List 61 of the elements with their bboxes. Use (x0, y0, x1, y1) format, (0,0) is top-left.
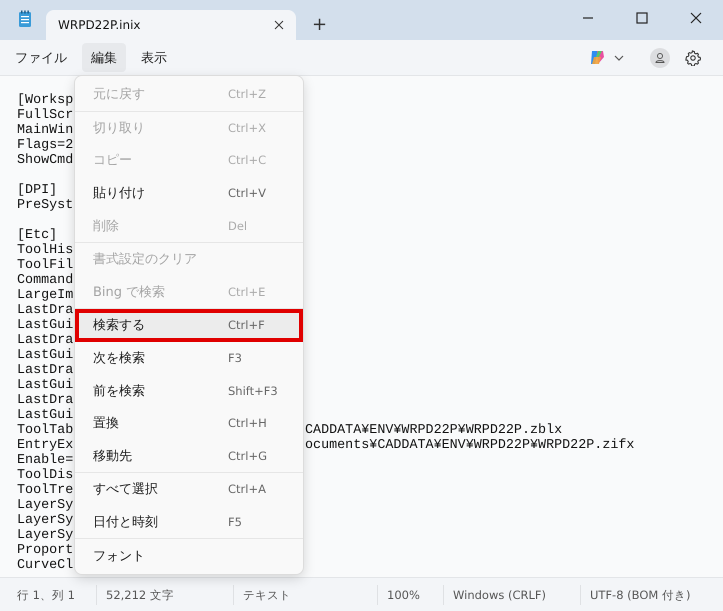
text-line: Enable= (17, 453, 74, 468)
new-tab-button[interactable]: + (306, 14, 334, 35)
text-line: LastDra (17, 363, 74, 378)
status-text: UTF-8 (BOM 付き) (589, 586, 692, 604)
text-line: LayerSy (17, 498, 74, 513)
text-line: ToolTab (17, 423, 74, 438)
text-line: Proport (17, 543, 74, 558)
notepad-icon (18, 10, 32, 28)
account-icon[interactable] (650, 48, 670, 68)
text-line: [DPI] (17, 183, 58, 198)
text-line: CurveCl (17, 558, 74, 573)
text-line: ToolFil (17, 258, 74, 273)
text-line: PreSyst (17, 198, 74, 213)
status-text: 100% (378, 584, 444, 604)
text-line: Command (17, 273, 74, 288)
menu-item[interactable]: 移動先 Ctrl+G (78, 440, 300, 472)
text-line: LayerSy (17, 513, 74, 528)
menu-item[interactable]: 次を検索 F3 (78, 342, 300, 374)
menu-item[interactable]: すべて選択 Ctrl+A (78, 473, 300, 506)
text-line: ToolHis (17, 243, 74, 258)
document-tab[interactable]: WRPD22P.inix (46, 10, 296, 40)
close-icon[interactable] (690, 12, 702, 24)
copilot-icon[interactable] (589, 49, 606, 66)
text-line: LastDra (17, 393, 74, 408)
tab-title: WRPD22P.inix (58, 18, 142, 32)
close-tab-icon[interactable] (274, 20, 284, 30)
menu-item[interactable]: 編集 (82, 43, 126, 72)
maximize-icon[interactable] (636, 12, 648, 24)
menu-item[interactable]: 貼り付け Ctrl+V (78, 176, 300, 210)
text-line: LastGui (17, 318, 74, 333)
text-line: ShowCmd (17, 153, 74, 168)
text-line: ToolDis (17, 468, 74, 483)
text-line: ocuments¥CADDATA¥ENV¥WRPD22P¥WRPD22P.zifx (305, 438, 634, 453)
text-line: LastDra (17, 333, 74, 348)
menu-item[interactable]: 置換 Ctrl+H (78, 406, 300, 440)
text-line: [Worksp (17, 93, 74, 108)
chevron-down-icon[interactable] (614, 54, 624, 60)
text-line: LastGui (17, 408, 74, 423)
menu-item[interactable]: 日付と時刻 F5 (78, 506, 300, 538)
menu-item[interactable]: 前を検索 Shift+F3 (78, 374, 300, 407)
text-line: [Etc] (17, 228, 58, 243)
text-line: LastGui (17, 348, 74, 363)
text-line: LargeIm (17, 288, 74, 303)
status-text: Windows (CRLF) (444, 584, 581, 604)
text-line: FullScr (17, 108, 74, 123)
menu-item[interactable]: 表示 (132, 43, 176, 72)
text-line: ToolTre (17, 483, 74, 498)
menu-item[interactable]: フォント (78, 539, 300, 572)
text-line: LayerSy (17, 528, 74, 543)
text-line: CADDATA¥ENV¥WRPD22P¥WRPD22P.zblx (305, 423, 562, 438)
text-line: LastGui (17, 378, 74, 393)
text-line: Flags=2 (17, 138, 74, 153)
menu-item[interactable]: ファイル (6, 43, 76, 72)
settings-icon[interactable] (685, 50, 701, 66)
text-line: EntryEx (17, 438, 74, 453)
text-line: LastDra (17, 303, 74, 318)
status-text: 行 1、列 1 (8, 584, 97, 604)
status-text: 52,212 文字 (97, 584, 234, 604)
menu-item[interactable]: 検索する Ctrl+F (75, 309, 303, 342)
text-line: MainWin (17, 123, 74, 138)
status-text: テキスト (234, 584, 378, 604)
